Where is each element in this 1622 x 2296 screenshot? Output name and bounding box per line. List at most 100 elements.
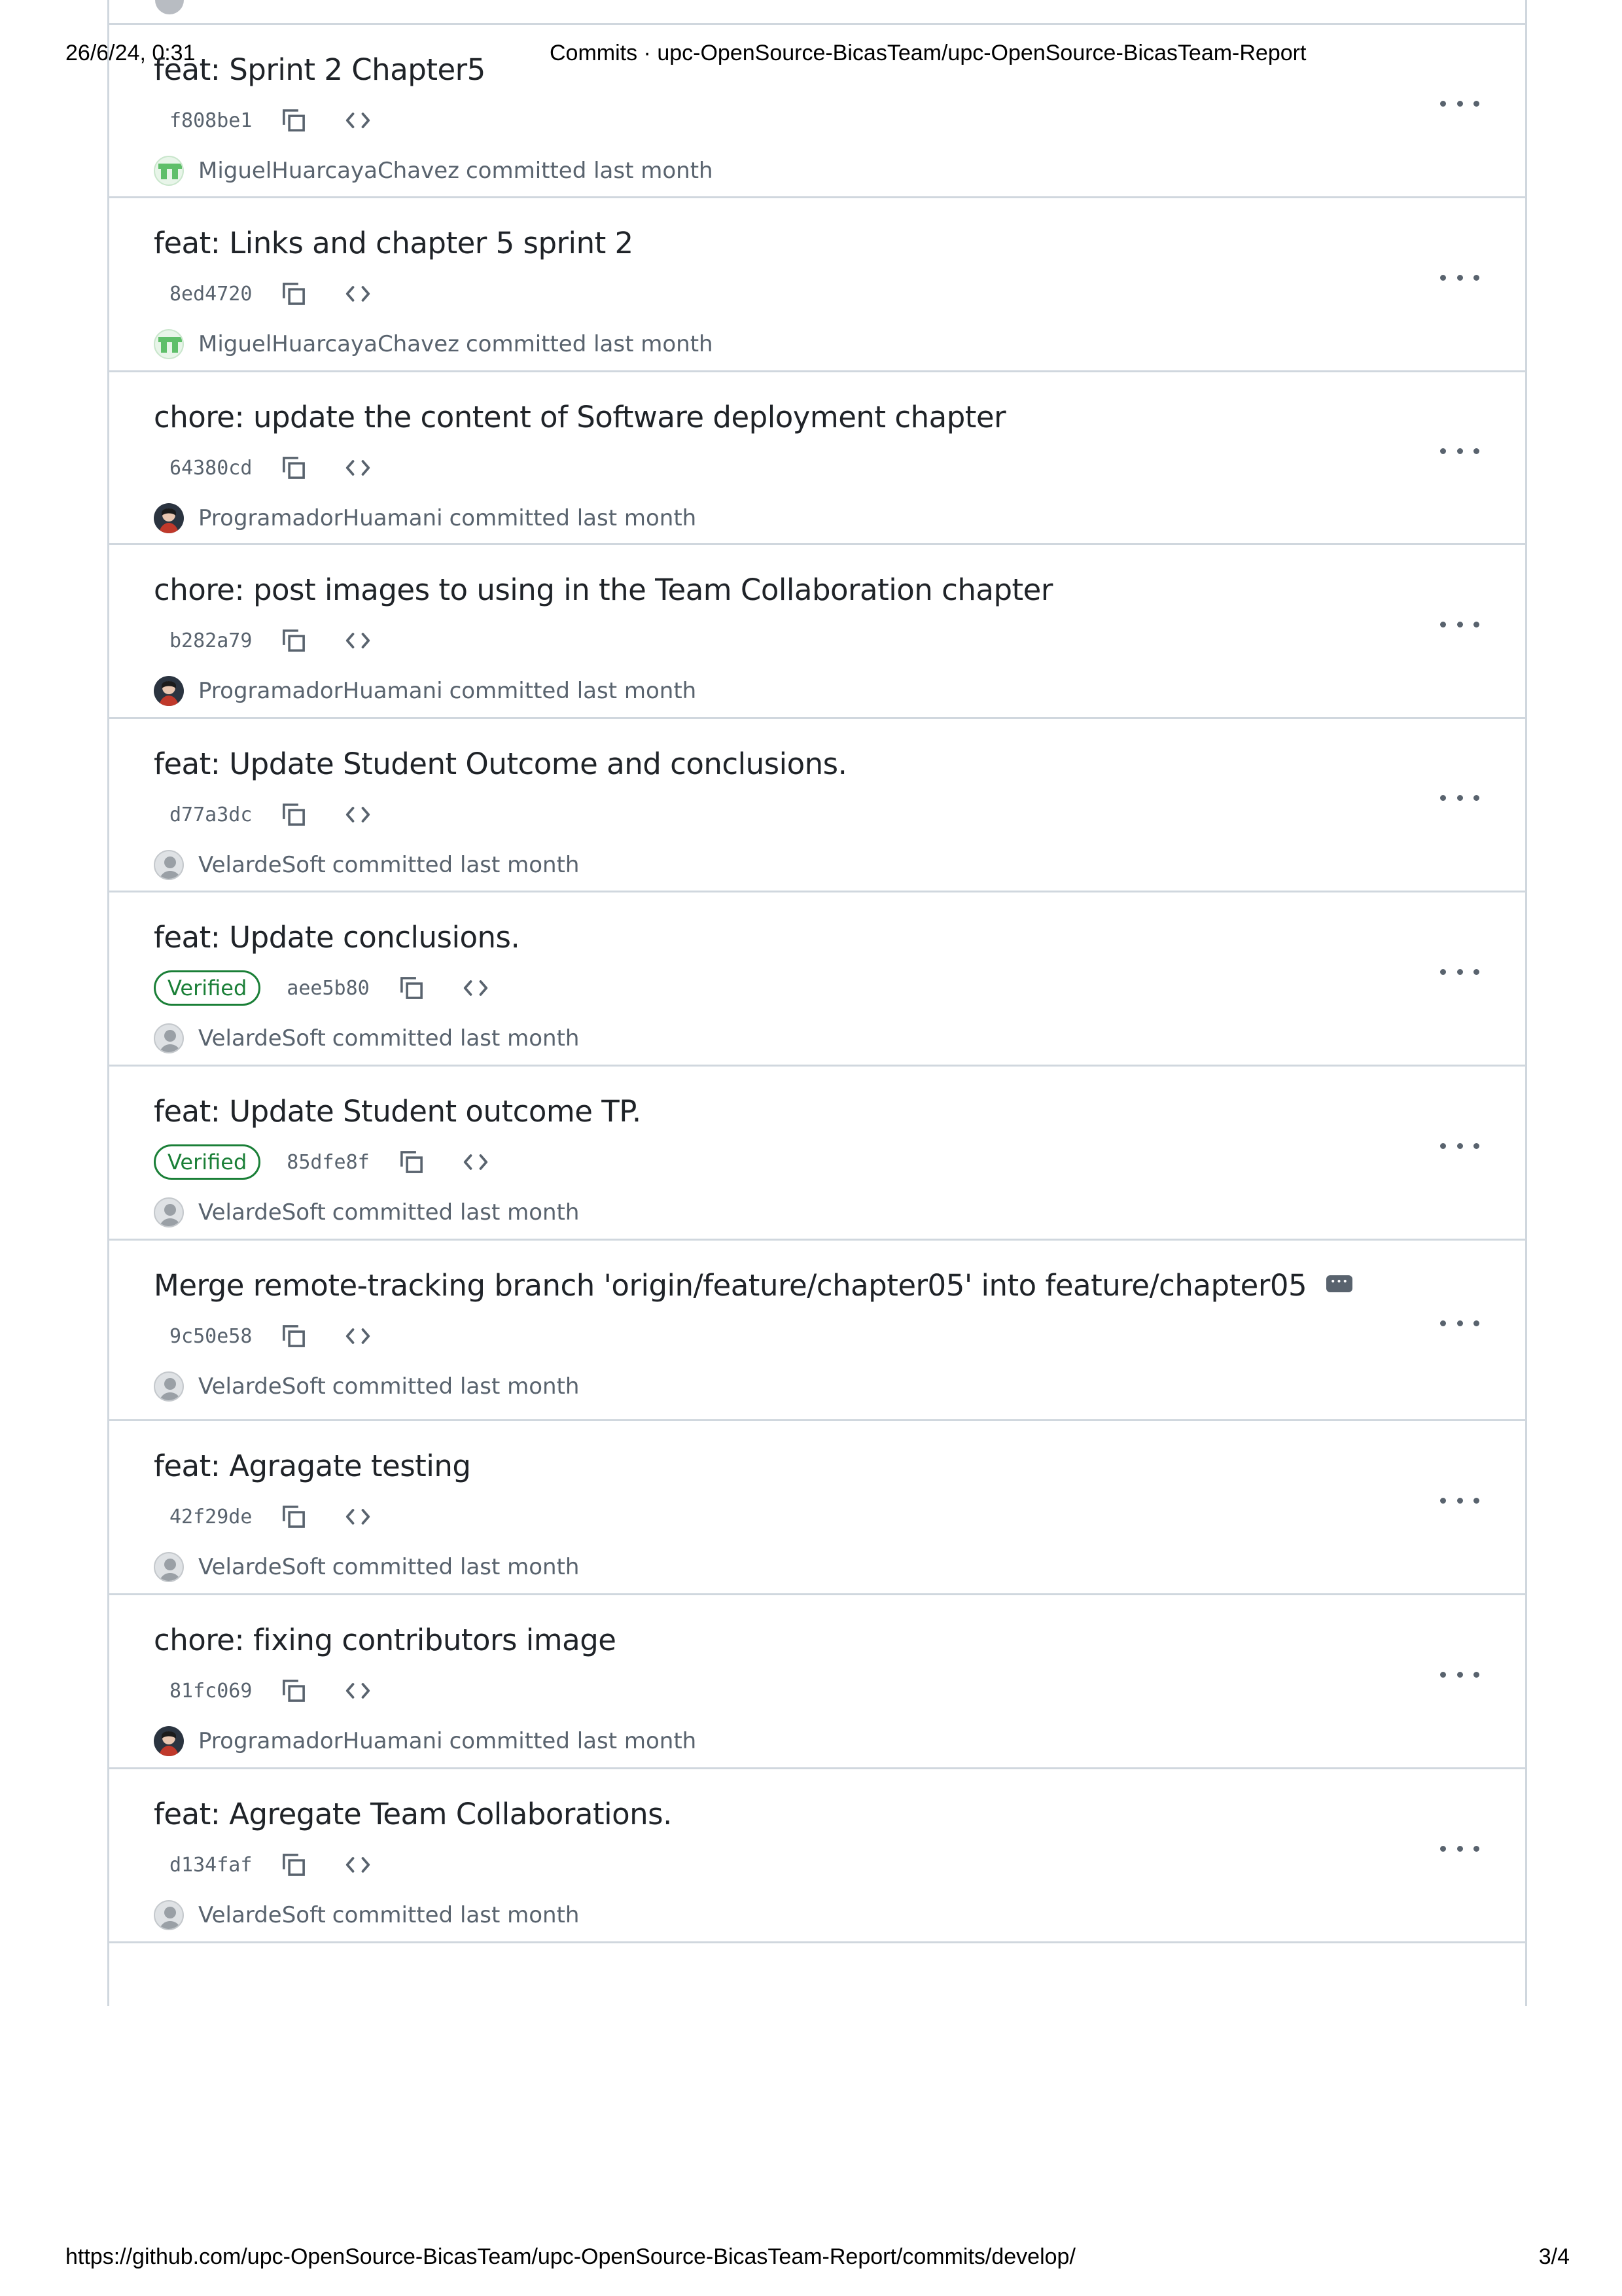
copy-icon[interactable] — [277, 1500, 311, 1534]
kebab-horizontal-icon[interactable] — [1440, 611, 1479, 637]
author-name-link[interactable]: MiguelHuarcayaChavez — [198, 158, 459, 184]
avatar[interactable] — [154, 1197, 184, 1227]
copy-icon[interactable] — [277, 798, 311, 832]
commit-sha-link[interactable]: 85dfe8f — [287, 1151, 369, 1174]
commit-row: feat: Update conclusions. Verified aee5b80… — [109, 892, 1525, 1067]
commit-title-link[interactable]: feat: Links and chapter 5 sprint 2 — [154, 226, 633, 260]
kebab-horizontal-icon[interactable] — [1440, 1133, 1479, 1159]
copy-icon[interactable] — [277, 451, 311, 485]
avatar[interactable] — [154, 156, 184, 186]
kebab-horizontal-icon[interactable] — [1440, 1310, 1479, 1336]
commit-title-text[interactable]: feat: Agregate Team Collaborations. — [154, 1797, 672, 1831]
avatar[interactable] — [154, 1726, 184, 1756]
kebab-horizontal-icon[interactable] — [1440, 91, 1479, 117]
commit-title-link[interactable]: feat: Agregate Team Collaborations. — [154, 1797, 672, 1831]
author-name-link[interactable]: MiguelHuarcayaChavez — [198, 331, 459, 357]
avatar[interactable] — [154, 1552, 184, 1582]
author-name-link[interactable]: VelardeSoft — [198, 852, 326, 878]
copy-icon[interactable] — [277, 103, 311, 137]
kebab-horizontal-icon[interactable] — [1440, 1835, 1479, 1862]
kebab-horizontal-icon[interactable] — [1440, 959, 1479, 985]
copy-icon[interactable] — [277, 1674, 311, 1708]
code-icon[interactable] — [341, 798, 375, 832]
copy-icon[interactable] — [277, 1848, 311, 1882]
avatar[interactable] — [154, 503, 184, 533]
commit-title-link[interactable]: chore: fixing contributors image — [154, 1623, 616, 1657]
avatar[interactable] — [154, 850, 184, 880]
code-icon[interactable] — [459, 971, 493, 1005]
commit-title-text[interactable]: chore: post images to using in the Team … — [154, 573, 1053, 607]
kebab-horizontal-icon[interactable] — [1440, 438, 1479, 464]
avatar[interactable] — [154, 676, 184, 706]
code-icon[interactable] — [341, 277, 375, 311]
commit-sha-link[interactable]: 64380cd — [169, 457, 252, 480]
commit-title-text[interactable]: chore: fixing contributors image — [154, 1623, 616, 1657]
commit-title-link[interactable]: chore: update the content of Software de… — [154, 400, 1006, 434]
commit-title-text[interactable]: feat: Update conclusions. — [154, 920, 520, 955]
code-icon[interactable] — [341, 103, 375, 137]
commit-sha-link[interactable]: 81fc069 — [169, 1680, 252, 1703]
commit-title-link[interactable]: feat: Update conclusions. — [154, 920, 520, 955]
commit-row: chore: post images to using in the Team … — [109, 545, 1525, 719]
commit-title-link[interactable]: feat: Update Student outcome TP. — [154, 1094, 641, 1129]
commit-title-text[interactable]: Merge remote-tracking branch 'origin/fea… — [154, 1268, 1307, 1303]
commit-sha-link[interactable]: 8ed4720 — [169, 283, 252, 306]
author-name-link[interactable]: ProgramadorHuamani — [198, 678, 443, 704]
copy-icon[interactable] — [277, 277, 311, 311]
copy-icon[interactable] — [277, 1319, 311, 1353]
commit-author-line: VelardeSoft committed last month — [154, 1900, 579, 1930]
commit-title-link[interactable]: feat: Agragate testing — [154, 1449, 471, 1483]
verified-badge[interactable]: Verified — [154, 970, 261, 1006]
code-icon[interactable] — [341, 624, 375, 658]
commit-title-text[interactable]: chore: update the content of Software de… — [154, 400, 1006, 434]
commit-time-text: committed last month — [465, 331, 713, 357]
code-icon[interactable] — [459, 1145, 493, 1179]
commit-sha-link[interactable]: 9c50e58 — [169, 1325, 252, 1348]
kebab-horizontal-icon[interactable] — [1440, 1487, 1479, 1513]
commit-sha-link[interactable]: f808be1 — [169, 109, 252, 132]
code-icon[interactable] — [341, 1500, 375, 1534]
kebab-horizontal-icon[interactable] — [1440, 264, 1479, 291]
commit-title-text[interactable]: feat: Agragate testing — [154, 1449, 471, 1483]
copy-icon[interactable] — [395, 971, 429, 1005]
commit-title-link[interactable]: feat: Sprint 2 Chapter5 — [154, 52, 485, 87]
avatar[interactable] — [154, 329, 184, 359]
commit-title-text[interactable]: feat: Links and chapter 5 sprint 2 — [154, 226, 633, 260]
avatar[interactable] — [154, 1371, 184, 1402]
avatar[interactable] — [154, 1023, 184, 1053]
commit-time-text: committed last month — [332, 1554, 580, 1580]
author-name-link[interactable]: VelardeSoft — [198, 1373, 326, 1400]
kebab-horizontal-icon[interactable] — [1440, 1661, 1479, 1687]
commit-row: feat: Agragate testing 42f29de VelardeSoft… — [109, 1421, 1525, 1595]
author-name-link[interactable]: VelardeSoft — [198, 1554, 326, 1580]
author-name-link[interactable]: VelardeSoft — [198, 1902, 326, 1928]
commit-title-link[interactable]: feat: Update Student Outcome and conclus… — [154, 747, 847, 781]
commit-meta: d134faf — [154, 1845, 405, 1884]
verified-badge[interactable]: Verified — [154, 1144, 261, 1180]
show-description-toggle[interactable] — [1326, 1275, 1353, 1292]
author-name-link[interactable]: VelardeSoft — [198, 1199, 326, 1226]
commit-title-link[interactable]: Merge remote-tracking branch 'origin/fea… — [154, 1268, 1353, 1303]
copy-icon[interactable] — [395, 1145, 429, 1179]
commit-author-line: VelardeSoft committed last month — [154, 1552, 579, 1582]
commit-title-link[interactable]: chore: post images to using in the Team … — [154, 573, 1053, 607]
copy-icon[interactable] — [277, 624, 311, 658]
kebab-horizontal-icon[interactable] — [1440, 785, 1479, 811]
commit-sha-link[interactable]: b282a79 — [169, 629, 252, 652]
author-name-link[interactable]: ProgramadorHuamani — [198, 505, 443, 531]
code-icon[interactable] — [341, 1674, 375, 1708]
author-name-link[interactable]: ProgramadorHuamani — [198, 1728, 443, 1754]
commit-sha-link[interactable]: 42f29de — [169, 1506, 252, 1528]
commit-sha-link[interactable]: aee5b80 — [287, 977, 369, 1000]
avatar[interactable] — [154, 1900, 184, 1930]
code-icon[interactable] — [341, 1319, 375, 1353]
commit-title-text[interactable]: feat: Sprint 2 Chapter5 — [154, 52, 485, 87]
author-name-link[interactable]: VelardeSoft — [198, 1025, 326, 1051]
commit-title-text[interactable]: feat: Update Student Outcome and conclus… — [154, 747, 847, 781]
commit-sha-link[interactable]: d134faf — [169, 1854, 252, 1877]
code-icon[interactable] — [341, 451, 375, 485]
commit-sha-link[interactable]: d77a3dc — [169, 804, 252, 826]
print-url: https://github.com/upc-OpenSource-BicasT… — [65, 2244, 1076, 2269]
code-icon[interactable] — [341, 1848, 375, 1882]
commit-title-text[interactable]: feat: Update Student outcome TP. — [154, 1094, 641, 1129]
